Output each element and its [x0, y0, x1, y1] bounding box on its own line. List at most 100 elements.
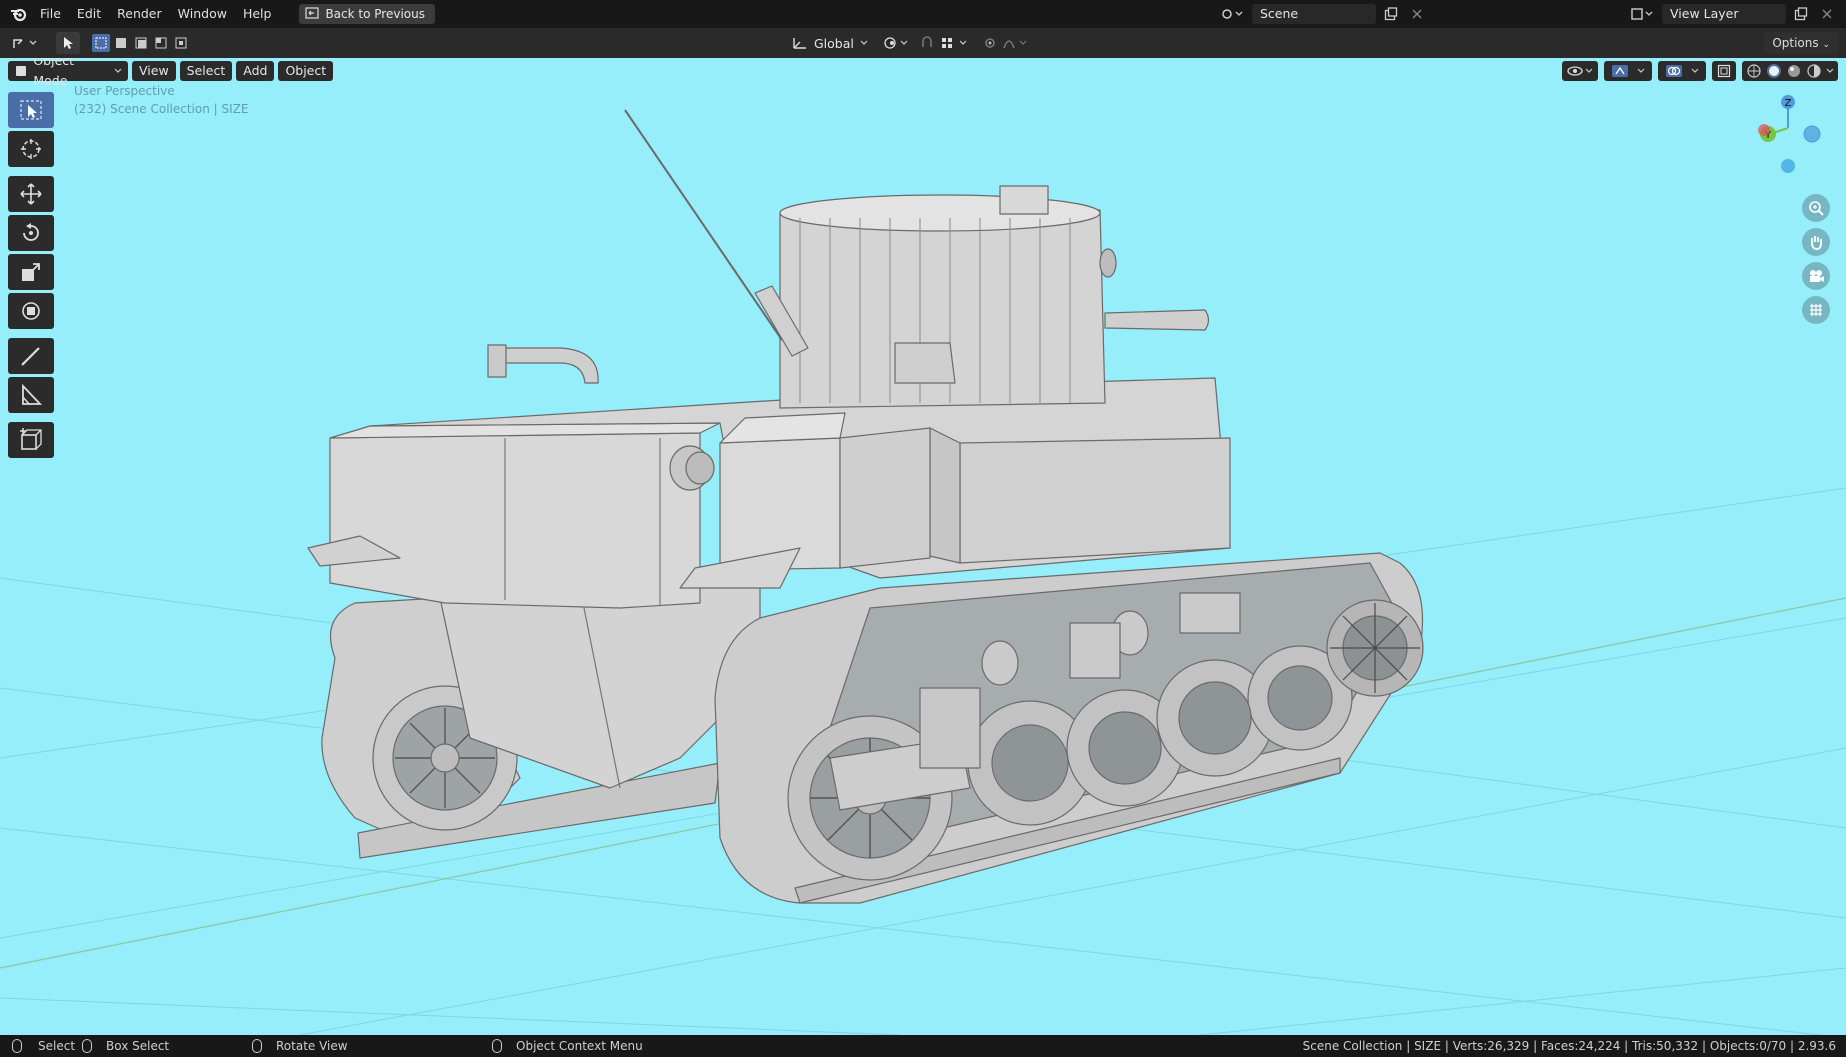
select-box-icon [20, 100, 42, 120]
transform-orientation-dropdown[interactable]: Global [786, 32, 874, 54]
solid-shading-icon[interactable] [1766, 63, 1782, 79]
collection-label: (232) Scene Collection | SIZE [74, 102, 249, 116]
transform-tool[interactable] [8, 293, 54, 329]
tool-header: Global Options ⌄ [0, 28, 1846, 58]
object-mode-icon [16, 66, 26, 76]
status-select: Select [12, 1039, 75, 1053]
add-cube-icon [20, 428, 42, 450]
rotate-tool[interactable] [8, 215, 54, 251]
chevron-down-icon [114, 68, 122, 73]
pivot-point-icon[interactable] [880, 32, 912, 54]
status-rotate-view-label: Rotate View [276, 1039, 348, 1053]
tank-model [307, 109, 1424, 904]
grid-ortho-icon[interactable] [1802, 296, 1830, 324]
object-mode-dropdown[interactable]: Object Mode [8, 58, 128, 88]
chevron-down-icon[interactable] [1826, 68, 1834, 74]
mouse-left-icon [12, 1039, 22, 1053]
neg-z-handle[interactable] [1781, 159, 1795, 173]
wireframe-shading-icon[interactable] [1746, 63, 1762, 79]
add-menu[interactable]: Add [236, 61, 275, 81]
object-menu[interactable]: Object [278, 61, 334, 81]
visibility-eye-icon[interactable] [1562, 61, 1598, 81]
delete-view-layer-icon[interactable] [1816, 4, 1838, 24]
menu-file[interactable]: File [32, 3, 69, 25]
mode-subtract-icon[interactable] [132, 34, 150, 52]
measure-icon [22, 383, 43, 405]
3d-viewport[interactable]: Object Mode View Select Add Object User … [0, 58, 1846, 1035]
selection-mode-group [92, 32, 190, 54]
snapping-group[interactable] [920, 32, 976, 54]
delete-scene-icon[interactable] [1406, 4, 1428, 24]
overlays-toggle-icon[interactable] [1658, 61, 1706, 81]
screen-back-icon [305, 6, 320, 22]
blender-logo-icon[interactable] [6, 4, 32, 24]
status-box-select-label: Box Select [106, 1039, 170, 1053]
mode-set-icon[interactable] [92, 34, 110, 52]
chevron-down-icon [860, 40, 868, 45]
select-tweak-icon[interactable] [56, 32, 80, 54]
transform-icon [22, 302, 40, 320]
mouse-drag-icon [82, 1039, 92, 1053]
camera-icon[interactable] [1802, 262, 1830, 290]
menu-help[interactable]: Help [235, 3, 280, 25]
cursor-tool[interactable] [8, 131, 54, 167]
viewport-header: Object Mode View Select Add Object [8, 58, 334, 88]
back-to-previous-button[interactable]: Back to Previous [299, 4, 435, 24]
options-label: Options [1772, 36, 1819, 50]
orientation-axes-icon [793, 38, 806, 49]
status-context-menu-label: Object Context Menu [516, 1039, 643, 1053]
mode-extend-icon[interactable] [112, 34, 130, 52]
mouse-middle-icon [252, 1039, 262, 1053]
status-context-menu: Object Context Menu [492, 1039, 643, 1053]
move-icon [20, 183, 42, 205]
scale-icon [22, 263, 40, 281]
move-tool[interactable] [8, 176, 54, 212]
mode-invert-icon[interactable] [152, 34, 170, 52]
back-to-previous-label: Back to Previous [325, 7, 425, 21]
perspective-label: User Perspective [74, 84, 175, 98]
scene-statistics: Scene Collection | SIZE | Verts:26,329 |… [1302, 1039, 1836, 1053]
add-cube-tool[interactable] [8, 422, 54, 458]
gizmo-toggle-icon[interactable] [1604, 61, 1652, 81]
menu-edit[interactable]: Edit [69, 3, 109, 25]
material-shading-icon[interactable] [1786, 63, 1802, 79]
neg-x-handle[interactable] [1803, 125, 1821, 143]
annotate-tool[interactable] [8, 338, 54, 374]
menu-render[interactable]: Render [109, 3, 170, 25]
editor-type-icon[interactable] [8, 32, 44, 54]
rotate-icon [23, 223, 39, 241]
viewport-scene [0, 109, 1846, 1035]
pan-hand-icon[interactable] [1802, 228, 1830, 256]
annotate-icon [21, 347, 40, 366]
new-view-layer-icon[interactable] [1790, 4, 1812, 24]
chevron-down-icon: ⌄ [1822, 40, 1830, 50]
new-scene-icon[interactable] [1380, 4, 1402, 24]
measure-tool[interactable] [8, 377, 54, 413]
status-rotate-view: Rotate View [252, 1039, 348, 1053]
rendered-shading-icon[interactable] [1806, 63, 1822, 79]
view-layer-browse-icon[interactable] [1626, 4, 1658, 24]
shading-mode-group [1742, 61, 1838, 81]
menu-window[interactable]: Window [170, 3, 235, 25]
proportional-editing-group[interactable] [982, 32, 1034, 54]
scene-selector: Scene [1216, 4, 1428, 24]
select-menu[interactable]: Select [179, 61, 233, 81]
zoom-icon[interactable] [1802, 194, 1830, 222]
status-bar: Select Box Select Rotate View Object Con… [0, 1035, 1846, 1057]
navigation-gizmo[interactable]: Z Y [1728, 88, 1828, 188]
scene-name-field[interactable]: Scene [1252, 4, 1376, 24]
orientation-label: Global [814, 35, 854, 51]
view-menu[interactable]: View [132, 61, 176, 81]
z-axis-label: Z [1785, 98, 1792, 109]
options-dropdown[interactable]: Options ⌄ [1764, 32, 1838, 54]
view-layer-name-field[interactable]: View Layer [1662, 4, 1786, 24]
view-layer-selector: View Layer [1626, 4, 1838, 24]
scene-browse-icon[interactable] [1216, 4, 1248, 24]
mode-intersect-icon[interactable] [172, 34, 190, 52]
select-box-tool[interactable] [8, 92, 54, 128]
scale-tool[interactable] [8, 254, 54, 290]
x-axis-handle[interactable] [1758, 124, 1770, 136]
xray-toggle-icon[interactable] [1712, 61, 1736, 81]
left-toolbar [8, 92, 54, 461]
status-box-select: Box Select [82, 1039, 169, 1053]
